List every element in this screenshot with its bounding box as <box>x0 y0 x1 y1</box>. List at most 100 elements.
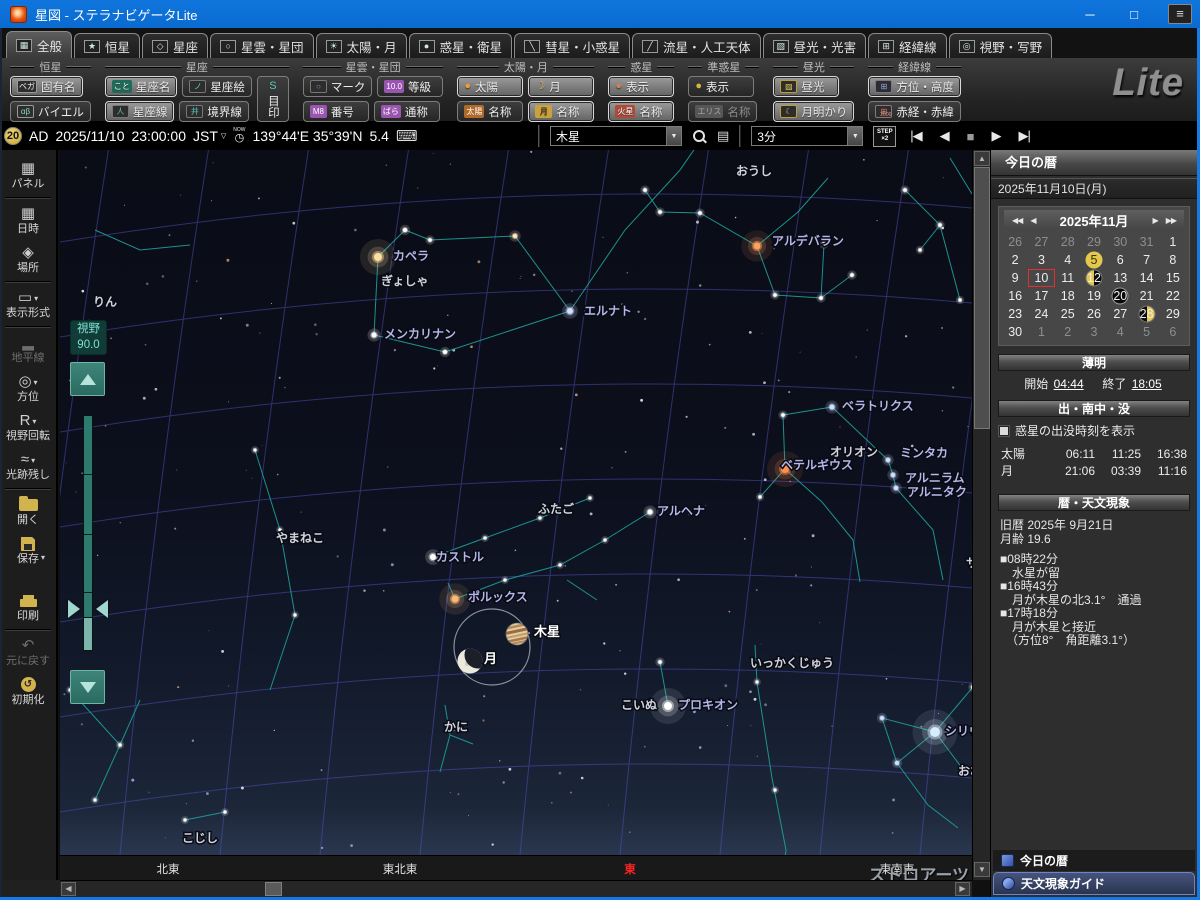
tab-4[interactable]: ☀ 太陽・月 <box>315 33 407 58</box>
tab-5[interactable]: ● 惑星・衛星 <box>408 33 513 58</box>
calendar-day[interactable]: 12 <box>1081 269 1107 287</box>
calendar-day[interactable]: 15 <box>1160 269 1186 287</box>
date-value[interactable]: 2025/11/10 <box>55 128 124 144</box>
toolbar-item[interactable]: ↶ 元に戻す <box>0 633 56 672</box>
tab-6[interactable]: ╲ 彗星・小惑星 <box>514 33 631 58</box>
tab-9[interactable]: ⊞ 経緯線 <box>868 33 947 58</box>
tab-2[interactable]: ◇ 星座 <box>142 33 209 58</box>
calendar-day[interactable]: 6 <box>1160 323 1186 341</box>
calendar-day[interactable]: 20 <box>1107 287 1133 305</box>
calendar-day[interactable]: 17 <box>1028 287 1054 305</box>
horizontal-scroll-thumb[interactable] <box>265 882 282 896</box>
ribbon-button[interactable]: ○ マーク <box>302 76 373 97</box>
target-combobox[interactable]: 木星 ▼ <box>550 126 682 146</box>
fov-slider-lower[interactable] <box>83 617 93 651</box>
now-clock-icon[interactable]: NOW ◷ <box>233 128 245 144</box>
zoom-in-button[interactable] <box>70 362 105 396</box>
calendar-day[interactable]: 8 <box>1160 251 1186 269</box>
next-year-button[interactable]: ▶▶ <box>1162 216 1180 225</box>
search-icon[interactable] <box>692 129 707 144</box>
calendar-day[interactable]: 6 <box>1107 251 1133 269</box>
tab-0[interactable]: ▦ 全般 <box>6 31 73 58</box>
coordinates-value[interactable]: 139°44'E 35°39'N <box>253 128 363 144</box>
ribbon-button[interactable]: αβ バイエル <box>10 101 91 122</box>
calendar-day[interactable]: 31 <box>1133 233 1159 251</box>
timezone-label[interactable]: JST <box>193 128 218 144</box>
ribbon-button[interactable]: こと 星座名 <box>104 76 178 97</box>
calendar-day[interactable]: 16 <box>1002 287 1028 305</box>
ribbon-button[interactable]: 人星座線 <box>104 101 175 122</box>
panel-tab-today-calendar[interactable]: 今日の暦 <box>993 850 1195 871</box>
toolbar-item[interactable]: 印刷 <box>0 588 56 627</box>
twilight-end-link[interactable]: 18:05 <box>1132 377 1162 391</box>
calendar-day[interactable]: 3 <box>1028 251 1054 269</box>
calendar-day[interactable]: 25 <box>1055 305 1081 323</box>
ribbon-button[interactable]: ☾ 月明かり <box>773 101 855 122</box>
calendar-day[interactable]: 14 <box>1133 269 1159 287</box>
calendar-day[interactable]: 30 <box>1107 233 1133 251</box>
slider-marker-right-icon[interactable] <box>96 600 108 618</box>
slider-marker-left-icon[interactable] <box>68 600 80 618</box>
calendar-day[interactable]: 23 <box>1002 305 1028 323</box>
calendar-day[interactable]: 19 <box>1081 287 1107 305</box>
ribbon-button[interactable]: 10.0 等級 <box>377 76 444 97</box>
calendar-day[interactable]: 28 <box>1055 233 1081 251</box>
vertical-scroll-thumb[interactable] <box>974 167 990 429</box>
ribbon-button[interactable]: ● 太陽 <box>457 76 524 97</box>
toolbar-item[interactable]: ≈ ▾ 光跡残し <box>0 447 56 486</box>
sky-canvas[interactable]: りん おうしカペラぎょしゃ アルデバランエルナトメンカリナンベラトリクスオリオンベテ… <box>60 150 972 855</box>
tab-7[interactable]: ╱ 流星・人工天体 <box>632 33 761 58</box>
combo-dropdown-icon[interactable]: ▼ <box>666 127 681 145</box>
skip-forward-button[interactable]: ▶| <box>1015 128 1034 144</box>
ribbon-button[interactable]: S 目印 <box>256 76 289 122</box>
toolbar-item[interactable]: ◎ ▾ 方位 <box>0 369 56 408</box>
panel-tab-phenomena-guide[interactable]: 天文現象ガイド <box>993 872 1195 895</box>
step-x2-icon[interactable]: STEP ×2 <box>873 125 897 147</box>
calendar-day[interactable]: 4 <box>1055 251 1081 269</box>
calendar-day[interactable]: 9 <box>1002 269 1028 287</box>
toolbar-item[interactable]: ▦ パネル <box>0 156 56 195</box>
twilight-start-link[interactable]: 04:44 <box>1054 377 1084 391</box>
calendar-day[interactable]: 18 <box>1055 287 1081 305</box>
keyboard-icon[interactable]: ⌨ <box>396 127 418 145</box>
toolbar-item[interactable]: 保存 ▾ <box>0 531 56 588</box>
calendar-day[interactable]: 30 <box>1002 323 1028 341</box>
timezone-dropdown-icon[interactable]: ▽ <box>221 132 226 140</box>
toolbar-item[interactable]: 開く <box>0 492 56 531</box>
calendar-day[interactable]: 29 <box>1081 233 1107 251</box>
ribbon-button[interactable]: 井境界線 <box>179 101 249 122</box>
toolbar-item[interactable]: ▂ 地平線 <box>0 330 56 369</box>
prev-month-button[interactable]: ◀ <box>1026 216 1039 225</box>
tab-1[interactable]: ★ 恒星 <box>74 33 141 58</box>
ribbon-button[interactable]: ⊞ 2000 赤経・赤緯 <box>868 101 961 122</box>
skip-back-button[interactable]: |◀ <box>906 128 925 144</box>
ribbon-button[interactable]: ベガ 固有名 <box>10 76 83 97</box>
ribbon-button[interactable]: ● 表示 <box>608 76 675 97</box>
scroll-up-icon[interactable]: ▲ <box>974 151 990 166</box>
ribbon-button[interactable]: エリス 名称 <box>688 101 758 122</box>
maximize-button[interactable]: □ <box>1112 0 1156 28</box>
calendar-day[interactable]: 27 <box>1107 305 1133 323</box>
minimize-button[interactable]: ─ <box>1068 0 1112 28</box>
calendar-day[interactable]: 1 <box>1160 233 1186 251</box>
scroll-right-icon[interactable]: ▶ <box>955 882 970 896</box>
map-horizontal-scrollbar[interactable]: ◀ ▶ <box>60 880 972 897</box>
scroll-left-icon[interactable]: ◀ <box>61 882 76 896</box>
calendar-day[interactable]: 29 <box>1160 305 1186 323</box>
toolbar-item[interactable]: ▭ ▾ 表示形式 <box>0 285 56 324</box>
zoom-out-button[interactable] <box>70 670 105 704</box>
calendar-day[interactable]: 3 <box>1081 323 1107 341</box>
calendar-day[interactable]: 10 <box>1028 269 1054 287</box>
ribbon-button[interactable]: ● 表示 <box>688 76 755 97</box>
calendar-day[interactable]: 26 <box>1081 305 1107 323</box>
calendar-day[interactable]: 7 <box>1133 251 1159 269</box>
calendar-day[interactable]: 5 <box>1081 251 1107 269</box>
stop-button[interactable]: ■ <box>963 129 978 144</box>
ribbon-button[interactable]: ⊞ 方位・高度 <box>868 76 961 97</box>
tab-menu-icon[interactable]: ≡ <box>1168 4 1192 24</box>
calendar-day[interactable]: 21 <box>1133 287 1159 305</box>
calendar-day[interactable]: 22 <box>1160 287 1186 305</box>
calendar-day[interactable]: 26 <box>1002 233 1028 251</box>
calendar-day[interactable]: 1 <box>1028 323 1054 341</box>
toolbar-item[interactable]: ▦ 日時 <box>0 201 56 240</box>
